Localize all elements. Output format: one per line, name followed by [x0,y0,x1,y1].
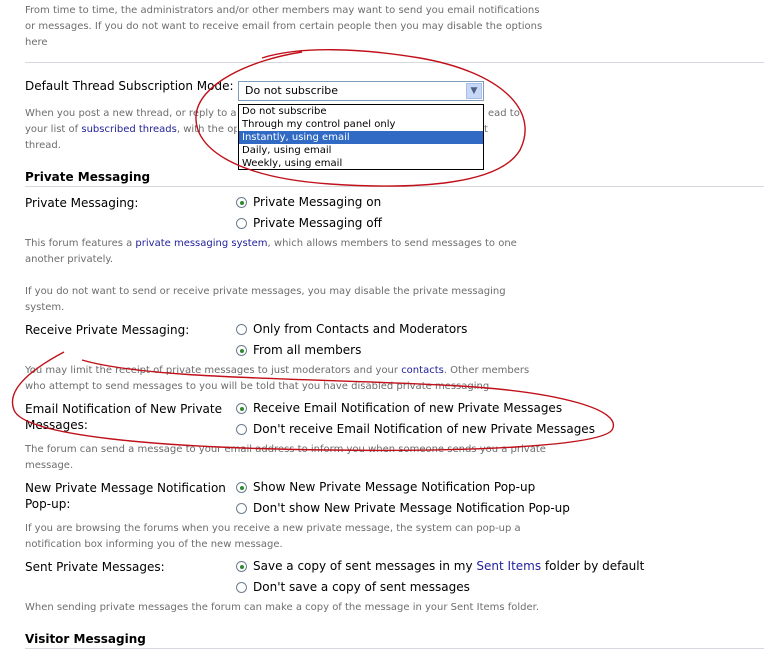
private-messaging-label: Private Messaging: [25,196,139,210]
receive-contacts-option[interactable]: Only from Contacts and Moderators [236,321,467,337]
option-label: Receive Email Notification of new Privat… [253,401,563,415]
desc-text: , with the opti [176,124,237,135]
option-label: Show New Private Message Notification Po… [253,480,536,494]
option-label: Only from Contacts and Moderators [253,322,468,336]
option-label: Don't save a copy of sent messages [253,580,470,594]
option-label: folder by default [541,559,645,573]
radio-selected-icon[interactable] [236,561,247,572]
thread-subscription-desc-line-1: When you post a new thread, or reply to … [25,106,237,122]
email-desc-line-1: The forum can send a message to your ema… [25,444,546,455]
desc-text: your list of [25,124,82,135]
email-notification-label-line-1: Email Notification of New Private [25,402,222,416]
sent-desc: When sending private messages the forum … [25,602,540,613]
radio-selected-icon[interactable] [236,345,247,356]
radio-unselected-icon[interactable] [236,324,247,335]
dropdown-option-control-panel-only[interactable]: Through my control panel only [239,118,483,131]
divider [25,648,764,649]
popup-dont-option[interactable]: Don't show New Private Message Notificat… [236,500,570,516]
thread-subscription-desc-line-2: your list of subscribed threads, with th… [25,122,237,138]
intro-text-line-1: From time to time, the administrators an… [25,5,540,16]
visitor-messaging-section-title: Visitor Messaging [25,632,146,646]
radio-unselected-icon[interactable] [236,218,247,229]
pm-desc2-line-2: system. [25,302,65,313]
desc-text: This forum features a [25,238,136,249]
receive-all-option[interactable]: From all members [236,342,361,358]
email-notification-label-line-2: Messages: [25,418,88,432]
thread-subscription-selected-value: Do not subscribe [245,84,339,97]
intro-text-line-3: here [25,37,48,48]
email-desc-line-2: message. [25,460,74,471]
private-messaging-off-option[interactable]: Private Messaging off [236,215,382,231]
thread-subscription-label: Default Thread Subscription Mode: [25,79,234,93]
thread-subscription-desc-line-3: thread. [25,140,61,151]
email-dont-receive-option[interactable]: Don't receive Email Notification of new … [236,421,595,437]
radio-unselected-icon[interactable] [236,503,247,514]
pm-desc2-line-1: If you do not want to send or receive pr… [25,286,506,297]
receive-pm-label: Receive Private Messaging: [25,323,190,337]
desc-text: , which allows members to send messages … [267,238,517,249]
sent-pm-label: Sent Private Messages: [25,560,165,574]
thread-subscription-select[interactable]: Do not subscribe ▼ [238,81,484,101]
pm-desc-line-2: another privately. [25,254,114,265]
dropdown-option-instantly[interactable]: Instantly, using email [239,131,483,144]
popup-label-line-2: Pop-up: [25,497,71,511]
popup-desc-line-2: notification box informing you of the ne… [25,539,283,550]
receive-desc-line-2: who attempt to send messages to you will… [25,381,493,392]
sent-dont-option[interactable]: Don't save a copy of sent messages [236,579,470,595]
thread-subscription-desc-tail-1: ead to [488,108,520,119]
popup-desc-line-1: If you are browsing the forums when you … [25,523,521,534]
popup-show-option[interactable]: Show New Private Message Notification Po… [236,479,535,495]
receive-desc-line-1: You may limit the receipt of private mes… [25,363,529,379]
sent-save-option[interactable]: Save a copy of sent messages in my Sent … [236,558,644,574]
chevron-down-icon[interactable]: ▼ [466,83,482,99]
pm-desc-line-1: This forum features a private messaging … [25,236,517,252]
radio-selected-icon[interactable] [236,403,247,414]
private-messaging-on-option[interactable]: Private Messaging on [236,194,381,210]
private-messaging-section-title: Private Messaging [25,170,151,184]
popup-label-line-1: New Private Message Notification [25,481,226,495]
option-label: Don't receive Email Notification of new … [253,422,595,436]
option-label: Don't show New Private Message Notificat… [253,501,570,515]
desc-text: . Other members [443,365,530,376]
radio-unselected-icon[interactable] [236,582,247,593]
intro-text-line-2: or messages. If you do not want to recei… [25,21,543,32]
thread-subscription-dropdown-list: Do not subscribe Through my control pane… [238,104,484,170]
option-label: From all members [253,343,362,357]
radio-selected-icon[interactable] [236,197,247,208]
radio-selected-icon[interactable] [236,482,247,493]
option-label: Private Messaging off [253,216,382,230]
dropdown-option-weekly[interactable]: Weekly, using email [239,157,483,170]
contacts-link[interactable]: contacts [401,365,444,376]
divider [25,62,764,63]
radio-unselected-icon[interactable] [236,424,247,435]
thread-subscription-desc-tail-2: t [484,124,488,135]
dropdown-option-do-not-subscribe[interactable]: Do not subscribe [239,105,483,118]
option-label: Private Messaging on [253,195,382,209]
subscribed-threads-link[interactable]: subscribed threads [81,124,177,135]
email-receive-option[interactable]: Receive Email Notification of new Privat… [236,400,562,416]
sent-items-link[interactable]: Sent Items [476,559,541,573]
private-messaging-system-link[interactable]: private messaging system [135,238,267,249]
desc-text: When you post a new thread, or reply to … [25,108,237,119]
dropdown-option-daily[interactable]: Daily, using email [239,144,483,157]
divider [25,186,764,187]
desc-text: You may limit the receipt of private mes… [25,365,402,376]
option-label: Save a copy of sent messages in my [253,559,477,573]
